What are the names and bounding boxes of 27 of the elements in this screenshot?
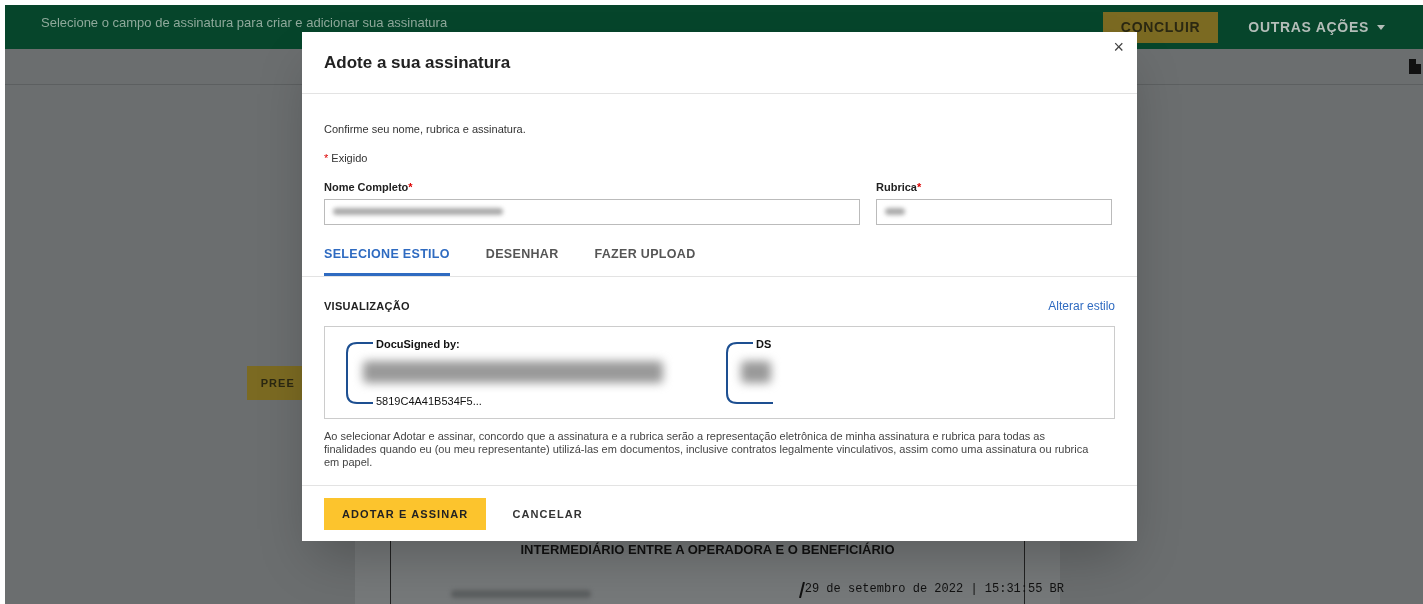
caret-icon: [1377, 24, 1385, 30]
legal-disclaimer: Ao selecionar Adotar e assinar, concordo que a assinatura e a rubrica serão a representação eletrônica de minha assinatura e rubrica para todas as finalidades quando eu (ou meu representante) utilizá-las em documentos, inclusive contratos legalmente vinculativos, assim como uma assinatura ou rubrica em papel.: [324, 430, 1090, 470]
text-field[interactable]: [324, 198, 860, 225]
slash-mark-icon: [798, 581, 805, 598]
style-tab[interactable]: DESENHAR: [485, 244, 559, 277]
blurred-initials: [741, 361, 771, 384]
field-label: Nome Completo*: [324, 180, 414, 195]
initials-header: DS: [756, 337, 772, 353]
style-tab[interactable]: SELECIONE ESTILO: [324, 244, 450, 277]
required-note: * Exigido: [324, 150, 369, 166]
instruction-text: Selecione o campo de assinatura para criar e adicionar sua assinatura: [41, 14, 448, 33]
document-title: INTERMEDIÁRIO ENTRE A OPERADORA E O BENEFICIÁRIO: [519, 541, 896, 559]
field-label: Rubrica*: [876, 180, 923, 195]
more-actions-menu[interactable]: OUTRAS AÇÕES: [1248, 16, 1385, 38]
docusigned-header: DocuSigned by:: [376, 337, 460, 353]
document-icon[interactable]: [1409, 59, 1421, 74]
intro-text: Confirme seu nome, rubrica e assinatura.: [324, 122, 527, 137]
text-field[interactable]: [876, 198, 1112, 225]
signature-frame-drawing: [345, 342, 373, 405]
blurred-text: [885, 208, 905, 215]
dialog-title: Adote a sua assinatura: [324, 51, 511, 74]
initials-frame-drawing: [725, 342, 773, 405]
signature-id: 5819C4A41B534F5...: [376, 394, 482, 410]
preview-label: VISUALIZAÇÃO: [324, 299, 410, 314]
adopt-and-sign-button[interactable]: ADOTAR E ASSINAR: [324, 497, 487, 530]
change-style-link[interactable]: Alterar estilo: [1048, 297, 1115, 316]
style-tab[interactable]: FAZER UPLOAD: [594, 244, 696, 277]
